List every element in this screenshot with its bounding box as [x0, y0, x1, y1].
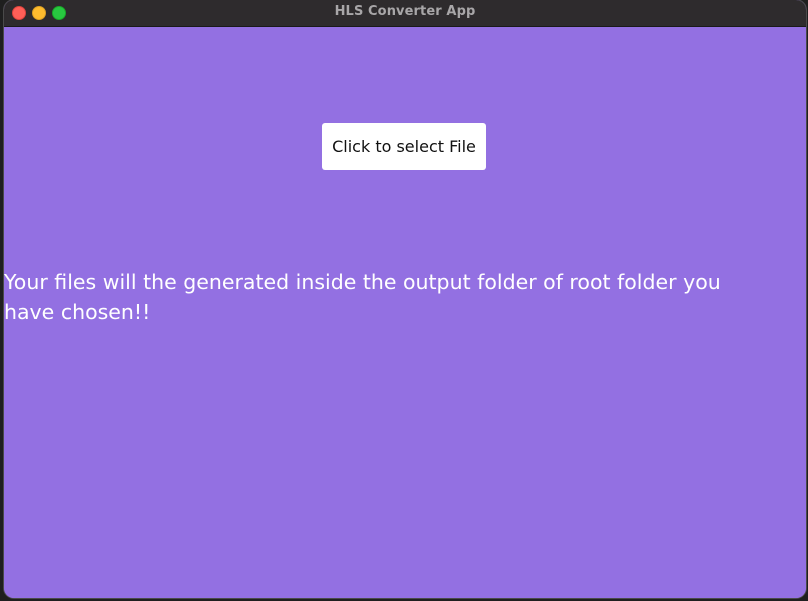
title-bar[interactable]: HLS Converter App	[4, 0, 806, 27]
window-title: HLS Converter App	[334, 4, 476, 19]
app-window: HLS Converter App Click to select File Y…	[4, 0, 806, 598]
output-info-text: Your files will the generated inside the…	[4, 270, 721, 324]
main-content: Click to select File Your files will the…	[4, 27, 806, 598]
select-file-button[interactable]: Click to select File	[322, 123, 486, 170]
